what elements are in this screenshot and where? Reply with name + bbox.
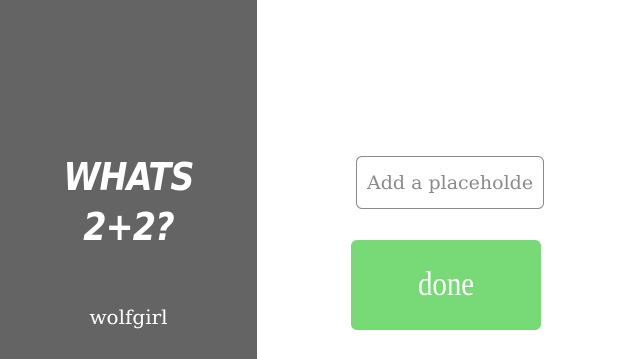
question-panel: WHATS 2+2? wolfgirl <box>0 0 257 359</box>
answer-panel: done <box>257 0 640 359</box>
done-button[interactable]: done <box>351 240 541 330</box>
done-button-label: done <box>417 266 475 303</box>
author-label: wolfgirl <box>89 305 168 329</box>
answer-input[interactable] <box>356 156 544 209</box>
question-title: WHATS 2+2? <box>63 155 194 249</box>
app-screen: WHATS 2+2? wolfgirl done <box>0 0 640 359</box>
